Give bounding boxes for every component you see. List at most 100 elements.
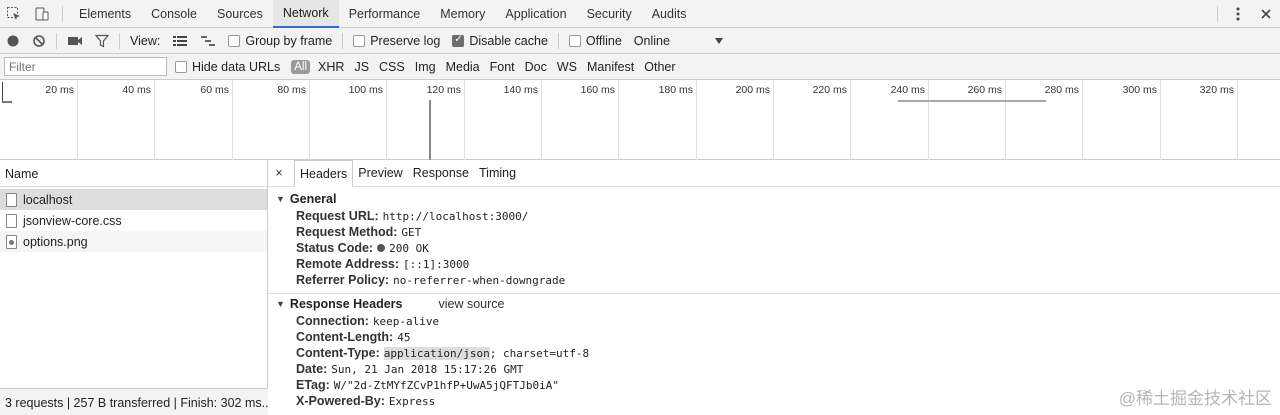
status-summary: 3 requests | 257 B transferred | Finish:…	[0, 388, 268, 415]
status-dot-icon	[377, 244, 386, 252]
document-icon	[6, 192, 17, 207]
header-row-request-method: Request Method: GET	[296, 225, 421, 239]
timeline-load-marker	[429, 100, 431, 160]
timeline-label: 160 ms	[580, 84, 615, 96]
header-value: 45	[397, 331, 411, 344]
header-value: 200 OK	[389, 242, 429, 255]
grid-line	[773, 80, 774, 160]
throttling-dropdown[interactable]	[708, 28, 730, 54]
timeline-overview[interactable]: 20 ms 40 ms 60 ms 80 ms 100 ms 120 ms 14…	[0, 80, 1280, 160]
checkbox-icon	[353, 34, 366, 47]
tab-elements[interactable]: Elements	[69, 0, 141, 28]
disable-cache-checkbox[interactable]: Disable cache	[446, 28, 554, 54]
header-row-etag: ETag: W/"2d-ZtMYfZCvP1hfP+UwA5jQFTJb0iA"	[296, 378, 559, 392]
grid-line	[154, 80, 155, 160]
grid-line	[464, 80, 465, 160]
grid-line	[77, 80, 78, 160]
view-label: View:	[130, 33, 161, 48]
device-toolbar-icon[interactable]	[28, 0, 56, 28]
header-key: Referrer Policy:	[296, 273, 390, 287]
request-row[interactable]: localhost	[0, 189, 267, 210]
timeline-label: 260 ms	[967, 84, 1002, 96]
tab-performance[interactable]: Performance	[339, 0, 431, 28]
video-camera-icon	[68, 36, 82, 45]
inspect-element-icon[interactable]	[0, 0, 28, 28]
toolbar-separator	[119, 32, 120, 49]
header-row-date: Date: Sun, 21 Jan 2018 15:17:26 GMT	[296, 362, 523, 376]
large-rows-button[interactable]	[166, 28, 194, 54]
grid-line	[696, 80, 697, 160]
clear-button[interactable]	[26, 28, 52, 54]
timeline-label: 300 ms	[1122, 84, 1157, 96]
filter-input[interactable]	[4, 57, 167, 76]
filter-type-ws[interactable]: WS	[552, 60, 582, 74]
timeline-request-bar	[2, 101, 12, 103]
close-details-icon[interactable]: ×	[270, 166, 288, 180]
tab-timing[interactable]: Timing	[474, 160, 521, 187]
tab-memory[interactable]: Memory	[430, 0, 495, 28]
timeline-label: 200 ms	[735, 84, 770, 96]
more-options-icon[interactable]	[1224, 0, 1252, 28]
timeline-label: 140 ms	[503, 84, 538, 96]
filter-type-font[interactable]: Font	[485, 60, 520, 74]
tab-application[interactable]: Application	[495, 0, 576, 28]
header-key: X-Powered-By:	[296, 394, 385, 408]
grid-line	[1082, 80, 1083, 160]
header-row-status-code: Status Code: 200 OK	[296, 241, 429, 255]
tab-security[interactable]: Security	[577, 0, 642, 28]
filter-type-all[interactable]: All	[291, 59, 311, 74]
preserve-log-checkbox[interactable]: Preserve log	[347, 28, 446, 54]
filter-type-img[interactable]: Img	[410, 60, 441, 74]
request-row[interactable]: jsonview-core.css	[0, 210, 267, 231]
screenshot-button[interactable]	[61, 28, 89, 54]
tab-separator-right	[1217, 5, 1218, 22]
header-value: Express	[388, 395, 436, 408]
throttling-select[interactable]: Online	[628, 28, 708, 54]
filter-type-other[interactable]: Other	[639, 60, 680, 74]
preserve-log-label: Preserve log	[370, 33, 441, 48]
tab-network[interactable]: Network	[272, 0, 339, 28]
tab-sources[interactable]: Sources	[207, 0, 273, 28]
close-devtools-icon[interactable]	[1252, 0, 1280, 28]
filter-toggle-button[interactable]	[89, 28, 115, 54]
tab-separator	[62, 5, 63, 22]
offline-label: Offline	[585, 33, 622, 48]
record-icon	[7, 35, 19, 46]
general-section-header[interactable]: ▼ General	[276, 192, 336, 206]
timeline-label: 60 ms	[200, 84, 229, 96]
timeline-label: 20 ms	[45, 84, 74, 96]
checkbox-icon	[175, 60, 187, 73]
filter-type-css[interactable]: CSS	[374, 60, 410, 74]
tab-preview[interactable]: Preview	[353, 160, 407, 187]
hide-data-urls-checkbox[interactable]: Hide data URLs	[167, 60, 288, 74]
tab-response[interactable]: Response	[408, 160, 474, 187]
toolbar-separator	[557, 32, 559, 49]
filter-type-media[interactable]: Media	[441, 60, 485, 74]
toolbar-separator	[56, 32, 57, 49]
grid-line	[386, 80, 387, 160]
filter-type-js[interactable]: JS	[349, 60, 374, 74]
group-by-frame-checkbox[interactable]: Group by frame	[222, 28, 338, 54]
filter-type-xhr[interactable]: XHR	[313, 60, 349, 74]
header-value: W/"2d-ZtMYfZCvP1hfP+UwA5jQFTJb0iA"	[333, 379, 559, 392]
timeline-label: 100 ms	[348, 84, 383, 96]
grid-line	[1160, 80, 1161, 160]
offline-checkbox[interactable]: Offline	[563, 28, 628, 54]
response-headers-section-header[interactable]: ▼ Response Headers view source	[276, 297, 504, 311]
name-column-header[interactable]: Name	[0, 160, 267, 187]
tab-console[interactable]: Console	[141, 0, 207, 28]
tab-audits[interactable]: Audits	[642, 0, 697, 28]
clear-icon	[33, 34, 45, 47]
overview-button[interactable]	[194, 28, 222, 54]
request-details-panel: × Headers Preview Response Timing ▼ Gener…	[268, 160, 1280, 415]
filter-type-doc[interactable]: Doc	[520, 60, 552, 74]
request-row[interactable]: options.png	[0, 231, 267, 252]
filter-type-manifest[interactable]: Manifest	[582, 60, 639, 74]
record-button[interactable]	[0, 28, 26, 54]
header-row-content-length: Content-Length: 45	[296, 330, 410, 344]
tab-headers[interactable]: Headers	[294, 160, 354, 187]
filter-bar: Hide data URLs All XHR JS CSS Img Media …	[0, 54, 1280, 80]
toolbar-separator	[342, 32, 344, 49]
image-icon	[6, 234, 17, 249]
view-source-link[interactable]: view source	[438, 297, 504, 311]
